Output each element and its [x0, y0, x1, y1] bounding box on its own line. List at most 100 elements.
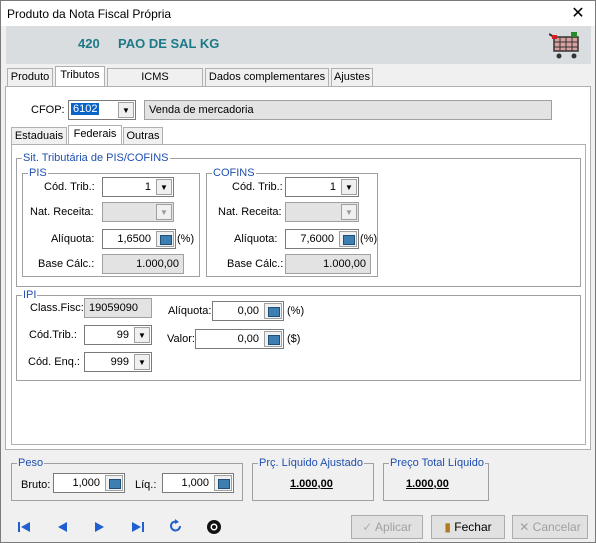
peso-title: Peso	[17, 457, 45, 469]
cofins-pct-label: (%)	[360, 233, 378, 245]
ipi-class-fisc-field: 19059090	[84, 298, 152, 318]
cofins-aliquota-label: Alíquota:	[234, 233, 278, 245]
fechar-label: Fechar	[454, 520, 492, 534]
peso-liq-value: 1,000	[181, 477, 209, 489]
cofins-cod-trib-value: 1	[329, 181, 336, 193]
peso-bruto-input[interactable]: 1,000	[53, 473, 125, 493]
title-bar: Produto da Nota Fiscal Própria ✕	[1, 1, 595, 26]
ipi-aliquota-value: 0,00	[237, 305, 259, 317]
pis-cod-trib-select[interactable]: 1 ▼	[102, 177, 174, 197]
tab-federais[interactable]: Federais	[68, 125, 122, 145]
chevron-down-icon[interactable]: ▼	[156, 179, 172, 195]
cofins-cod-trib-select[interactable]: 1 ▼	[285, 177, 359, 197]
peso-liq-label: Líq.:	[135, 479, 157, 491]
ipi-currency-label: ($)	[287, 333, 301, 345]
window-title: Produto da Nota Fiscal Própria	[7, 7, 172, 21]
cofins-base-value: 1.000,00	[323, 258, 366, 270]
cofins-title: COFINS	[212, 167, 256, 179]
peso-bruto-label: Bruto:	[21, 479, 51, 491]
chevron-down-icon[interactable]: ▼	[134, 327, 150, 343]
ipi-title: IPI	[22, 289, 38, 301]
last-icon[interactable]	[131, 521, 145, 533]
ipi-cod-enq-label: Cód. Enq.:	[28, 356, 80, 368]
ipi-class-fisc-label: Class.Fisc:	[30, 302, 84, 314]
ipi-aliquota-input[interactable]: 0,00	[212, 301, 284, 321]
cofins-aliquota-value: 7,6000	[300, 233, 334, 245]
chevron-down-icon[interactable]: ▼	[341, 179, 357, 195]
pis-nat-receita-label: Nat. Receita:	[30, 206, 94, 218]
cancelar-button[interactable]: ✕ Cancelar	[512, 515, 588, 539]
ipi-valor-label: Valor:	[167, 333, 195, 345]
ipi-cod-trib-value: 99	[116, 329, 129, 341]
ipi-cod-trib-select[interactable]: 99 ▼	[84, 325, 152, 345]
preco-ajustado-value: 1.000,00	[290, 478, 333, 490]
aplicar-label: Aplicar	[375, 520, 412, 534]
calculator-icon[interactable]	[264, 331, 282, 347]
ipi-valor-value: 0,00	[237, 333, 259, 345]
calculator-icon[interactable]	[264, 303, 282, 319]
pis-aliquota-input[interactable]: 1,6500	[102, 229, 176, 249]
preco-total-title: Preço Total Líquido	[389, 457, 485, 469]
cofins-base-field: 1.000,00	[285, 254, 371, 274]
cofins-cod-trib-label: Cód. Trib.:	[232, 181, 283, 193]
tab-estaduais[interactable]: Estaduais	[11, 127, 67, 145]
calculator-icon[interactable]	[339, 231, 357, 247]
tab-outras[interactable]: Outras	[123, 127, 163, 145]
preco-ajustado-title: Prç. Líquido Ajustado	[258, 457, 364, 469]
ipi-class-fisc-value: 19059090	[89, 302, 138, 314]
chevron-down-icon[interactable]: ▼	[134, 354, 150, 370]
cofins-nat-receita-label: Nat. Receita:	[218, 206, 282, 218]
first-icon[interactable]	[17, 521, 31, 533]
cfop-description: Venda de mercadoria	[144, 100, 552, 120]
cfop-description-text: Venda de mercadoria	[149, 104, 254, 116]
tab-dados-complementares[interactable]: Dados complementares	[205, 68, 329, 86]
ipi-valor-input[interactable]: 0,00	[195, 329, 284, 349]
cofins-aliquota-input[interactable]: 7,6000	[285, 229, 359, 249]
record-icon[interactable]	[206, 519, 222, 535]
next-icon[interactable]	[94, 521, 106, 533]
ipi-cod-enq-select[interactable]: 999 ▼	[84, 352, 152, 372]
cfop-select[interactable]: 6102 ▼	[68, 100, 136, 120]
calculator-icon[interactable]	[214, 475, 232, 491]
pis-cod-trib-label: Cód. Trib.:	[44, 181, 95, 193]
tributos-panel: CFOP: 6102 ▼ Venda de mercadoria Estadua…	[5, 86, 591, 450]
close-button[interactable]: ✕	[567, 4, 589, 24]
ipi-pct-label: (%)	[287, 305, 305, 317]
cofins-base-label: Base Cálc.:	[227, 258, 284, 270]
tab-produto[interactable]: Produto	[7, 68, 53, 86]
shopping-cart-icon	[549, 32, 579, 59]
pis-base-field: 1.000,00	[102, 254, 184, 274]
ipi-aliquota-label: Alíquota:	[168, 305, 212, 317]
product-header: 420 PAO DE SAL KG	[6, 26, 591, 64]
fechar-button[interactable]: ▮ Fechar	[431, 515, 505, 539]
pis-base-value: 1.000,00	[136, 258, 179, 270]
prev-icon[interactable]	[56, 521, 68, 533]
ipi-cod-enq-value: 999	[110, 356, 129, 368]
tab-icms-interestadual[interactable]: ICMS Interestadual	[107, 68, 203, 100]
calculator-icon[interactable]	[156, 231, 174, 247]
dialog-window: Produto da Nota Fiscal Própria ✕ 420 PAO…	[0, 0, 596, 543]
pis-cod-trib-value: 1	[144, 181, 151, 193]
pis-pct-label: (%)	[177, 233, 195, 245]
cofins-nat-receita-select: ▼	[285, 202, 359, 222]
door-icon: ▮	[444, 520, 455, 534]
tab-tributos[interactable]: Tributos	[55, 66, 105, 86]
product-name: PAO DE SAL KG	[118, 36, 220, 51]
preco-total-value: 1.000,00	[406, 478, 449, 490]
aplicar-button[interactable]: ✓ Aplicar	[351, 515, 423, 539]
calculator-icon[interactable]	[105, 475, 123, 491]
apply-icon: ✓	[362, 520, 376, 534]
refresh-icon[interactable]	[169, 519, 183, 533]
pis-title: PIS	[28, 167, 48, 179]
pis-cofins-title: Sit. Tributária de PIS/COFINS	[22, 152, 170, 164]
pis-aliquota-label: Alíquota:	[51, 233, 95, 245]
pis-aliquota-value: 1,6500	[117, 233, 151, 245]
chevron-down-icon: ▼	[156, 204, 172, 220]
tab-ajustes[interactable]: Ajustes	[331, 68, 373, 86]
peso-liq-input[interactable]: 1,000	[162, 473, 234, 493]
peso-bruto-value: 1,000	[72, 477, 100, 489]
pis-base-label: Base Cálc.:	[38, 258, 95, 270]
cfop-value: 6102	[71, 103, 100, 115]
cancel-icon: ✕	[519, 520, 533, 534]
chevron-down-icon[interactable]: ▼	[118, 102, 134, 118]
